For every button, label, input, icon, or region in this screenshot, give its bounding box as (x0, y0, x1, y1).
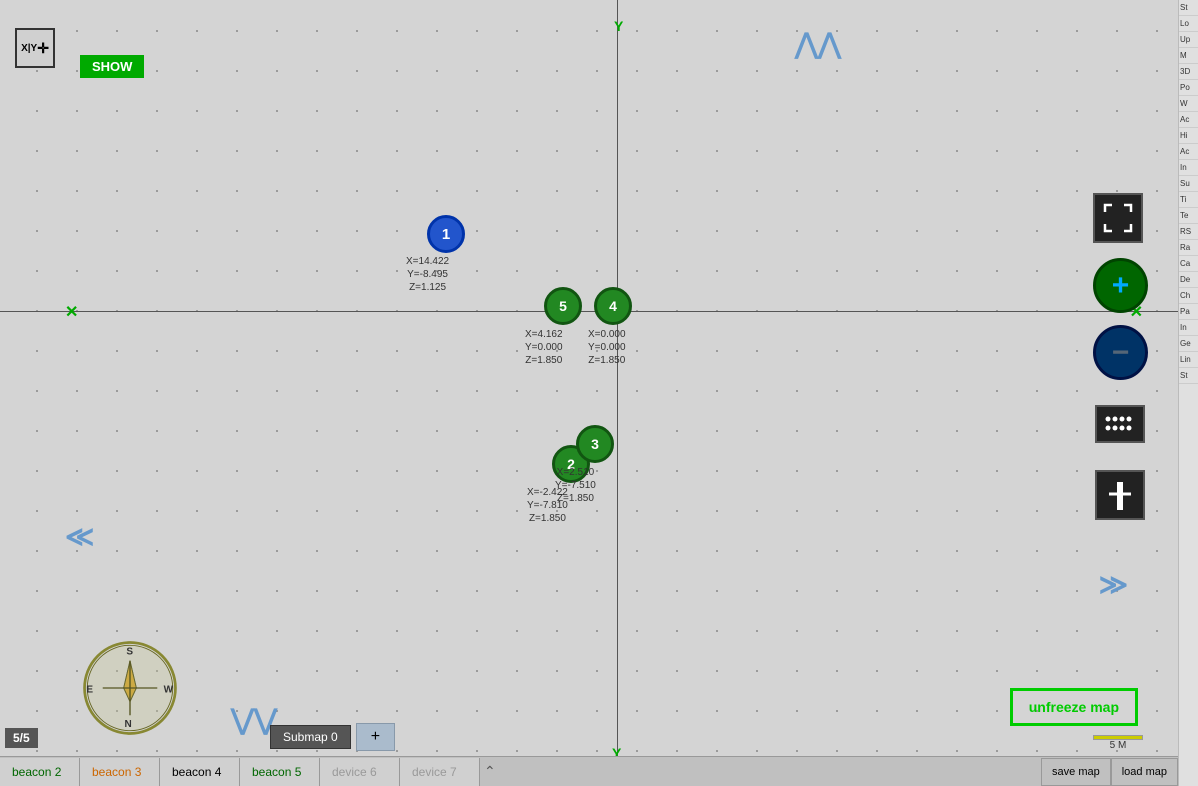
bottom-right-buttons: save map load map (1041, 757, 1178, 786)
fullscreen-button[interactable] (1093, 193, 1143, 243)
bottom-tabs: beacon 2 beacon 3 beacon 4 beacon 5 devi… (0, 756, 1178, 786)
tab-beacon5[interactable]: beacon 5 (240, 758, 320, 786)
sidebar-item-ac1[interactable]: Ac (1179, 112, 1198, 128)
xy-indicator: X|Y ✛ (15, 28, 55, 68)
fullscreen-icon (1103, 203, 1133, 233)
dots-button[interactable] (1095, 405, 1145, 443)
nav-arrow-up[interactable]: ⋀⋀ (795, 30, 841, 58)
nav-arrow-right[interactable]: ≫ (1099, 568, 1128, 601)
sidebar-item-ca[interactable]: Ca (1179, 256, 1198, 272)
sidebar-item-w[interactable]: W (1179, 96, 1198, 112)
plus-icon: + (1112, 271, 1130, 301)
sidebar-item-pa[interactable]: Pa (1179, 304, 1198, 320)
tab-beacon3[interactable]: beacon 3 (80, 758, 160, 786)
unfreeze-map-button[interactable]: unfreeze map (1010, 688, 1138, 726)
sidebar-item-ge[interactable]: Ge (1179, 336, 1198, 352)
zoom-out-button[interactable]: − (1093, 325, 1148, 380)
svg-text:W: W (164, 685, 174, 696)
save-map-button[interactable]: save map (1041, 758, 1111, 786)
sidebar-item-ti[interactable]: Ti (1179, 192, 1198, 208)
sidebar-item-ac2[interactable]: Ac (1179, 144, 1198, 160)
sidebar-item-rs[interactable]: RS (1179, 224, 1198, 240)
tab-device6[interactable]: device 6 (320, 758, 400, 786)
beacon-5[interactable]: 5 (544, 287, 582, 325)
move-up-button[interactable] (1095, 470, 1145, 520)
sidebar-item-st2[interactable]: St (1179, 368, 1198, 384)
sidebar-item-ch[interactable]: Ch (1179, 288, 1198, 304)
beacon-4-coords: X=0.000Y=0.000Z=1.850 (588, 328, 626, 367)
beacon-5-coords: X=4.162Y=0.000Z=1.850 (525, 328, 563, 367)
nav-arrow-left[interactable]: ≪ (65, 520, 94, 553)
beacon-3[interactable]: 3 (576, 425, 614, 463)
sidebar-item-lo[interactable]: Lo (1179, 16, 1198, 32)
right-sidebar: St Lo Up M 3D Po W Ac Hi Ac In Su Ti Te … (1178, 0, 1198, 786)
svg-text:N: N (125, 719, 132, 730)
beacon-3-coords: X=2.510Y=-7.510Z=1.850 (555, 466, 596, 505)
dots-icon (1103, 412, 1138, 437)
beacon-1-coords: X=14.422Y=-8.495Z=1.125 (406, 255, 449, 294)
sidebar-item-up[interactable]: Up (1179, 32, 1198, 48)
tab-beacon2[interactable]: beacon 2 (0, 758, 80, 786)
sidebar-item-lin[interactable]: Lin (1179, 352, 1198, 368)
submap-area: Submap 0 + (270, 723, 395, 751)
scale-text: 5 M (1110, 740, 1127, 751)
tab-device7[interactable]: device 7 (400, 758, 480, 786)
beacon-3-label: 3 (591, 436, 599, 452)
beacon-4-label: 4 (609, 298, 617, 314)
svg-text:E: E (86, 685, 93, 696)
beacon-5-label: 5 (559, 298, 567, 314)
x-axis-left-label: ✕ (65, 302, 78, 322)
scale-indicator: 5 M (1093, 735, 1143, 751)
arrow-up-icon (1105, 480, 1135, 510)
y-axis-top-label: Y (614, 18, 623, 34)
sidebar-item-te[interactable]: Te (1179, 208, 1198, 224)
svg-text:S: S (126, 646, 133, 657)
expand-tabs-button[interactable]: ⌃ (484, 763, 496, 780)
minus-icon: − (1112, 338, 1130, 368)
submap-button[interactable]: Submap 0 (270, 725, 351, 749)
show-button[interactable]: SHOW (80, 55, 144, 78)
sidebar-item-ra[interactable]: Ra (1179, 240, 1198, 256)
sidebar-item-hi[interactable]: Hi (1179, 128, 1198, 144)
counter-badge: 5/5 (5, 728, 38, 748)
beacon-1[interactable]: 1 (427, 215, 465, 253)
sidebar-item-3d[interactable]: 3D (1179, 64, 1198, 80)
sidebar-item-st[interactable]: St (1179, 0, 1198, 16)
axis-vertical (617, 0, 618, 786)
sidebar-item-m[interactable]: M (1179, 48, 1198, 64)
compass: S E W N (80, 638, 180, 738)
sidebar-item-in2[interactable]: In (1179, 320, 1198, 336)
sidebar-item-su[interactable]: Su (1179, 176, 1198, 192)
load-map-button[interactable]: load map (1111, 758, 1178, 786)
beacon-1-label: 1 (442, 226, 450, 243)
axis-horizontal (0, 311, 1178, 312)
sidebar-item-po[interactable]: Po (1179, 80, 1198, 96)
map-area[interactable]: Y Y ✕ ✕ ⋀⋀ ≪ ⋁⋁ ≫ X|Y ✛ SHOW 1 X=14.422Y… (0, 0, 1178, 786)
beacon-4[interactable]: 4 (594, 287, 632, 325)
zoom-in-button[interactable]: + (1093, 258, 1148, 313)
sidebar-item-de[interactable]: De (1179, 272, 1198, 288)
submap-add-button[interactable]: + (356, 723, 395, 751)
sidebar-item-in[interactable]: In (1179, 160, 1198, 176)
tab-beacon4[interactable]: beacon 4 (160, 758, 240, 786)
